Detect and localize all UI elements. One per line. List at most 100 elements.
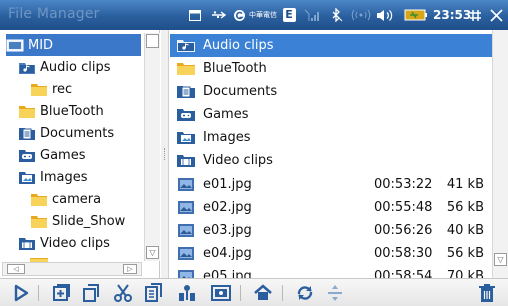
- file-name: e05.jpg: [203, 269, 252, 278]
- image-file-icon: [178, 270, 194, 278]
- home-button[interactable]: [252, 283, 274, 303]
- list-item[interactable]: Documents: [170, 80, 492, 103]
- home-icon: [254, 284, 272, 300]
- refresh-button[interactable]: [294, 283, 316, 303]
- properties-icon: [211, 285, 231, 301]
- battery-icon: [404, 7, 428, 23]
- list-item[interactable]: e03.jpg 00:56:26 40 kB: [170, 219, 492, 242]
- paste-icon: [145, 283, 162, 302]
- file-time: 00:58:54: [374, 269, 433, 278]
- folder-icon: [177, 63, 195, 75]
- list-item[interactable]: Images: [170, 126, 492, 149]
- app-title: File Manager: [8, 6, 100, 22]
- scroll-right-arrow-icon[interactable]: ▷: [123, 264, 137, 274]
- share-button[interactable]: [176, 283, 198, 303]
- tree-item-games[interactable]: Games: [18, 144, 85, 166]
- file-size: 56 kB: [446, 246, 484, 261]
- file-size: 70 kB: [446, 269, 484, 278]
- file-name: e03.jpg: [203, 223, 252, 238]
- games-folder-icon: [177, 109, 195, 121]
- tree-item-video-clips[interactable]: Video clips: [18, 232, 110, 254]
- close-icon[interactable]: [488, 7, 504, 23]
- video-folder-icon: [19, 237, 35, 250]
- tree-item-label: rec: [52, 81, 73, 97]
- bluetooth-icon: [328, 7, 344, 23]
- tree-vertical-scrollbar[interactable]: ▽: [144, 33, 160, 261]
- cut-icon: [114, 284, 132, 302]
- tree-item-bluetooth[interactable]: BlueTooth: [18, 100, 104, 122]
- tree-item-documents[interactable]: Documents: [18, 122, 114, 144]
- tree-horizontal-scrollbar[interactable]: ◁ ▷: [2, 262, 142, 276]
- file-size: 56 kB: [446, 200, 484, 215]
- toolbar-separator: [282, 285, 283, 301]
- image-file-icon: [178, 201, 194, 214]
- list-item[interactable]: Video clips: [170, 149, 492, 172]
- device-icon: [6, 39, 24, 51]
- volume-icon[interactable]: [376, 7, 394, 23]
- list-vertical-scrollbar[interactable]: ▽: [492, 30, 508, 278]
- list-item[interactable]: Games: [170, 103, 492, 126]
- pane-splitter[interactable]: [161, 30, 169, 278]
- delete-button[interactable]: [476, 283, 498, 303]
- file-time: 00:56:26: [374, 223, 433, 238]
- file-time: 00:53:22: [374, 177, 433, 192]
- tree-item-slide-show[interactable]: Slide_Show: [30, 210, 125, 232]
- scroll-down-arrow-icon[interactable]: ▽: [494, 253, 507, 266]
- tree-item-camera[interactable]: camera: [30, 188, 101, 210]
- play-icon: [14, 284, 29, 302]
- copy-icon: [83, 284, 99, 302]
- images-folder-icon: [177, 132, 195, 144]
- scroll-down-arrow-icon[interactable]: ▽: [146, 246, 159, 259]
- sort-button[interactable]: [324, 283, 346, 303]
- paste-button[interactable]: [142, 283, 164, 303]
- file-name: Games: [203, 107, 249, 122]
- e-network-letter: E: [282, 8, 296, 22]
- list-item[interactable]: e01.jpg 00:53:22 41 kB: [170, 173, 492, 196]
- splitter-grip[interactable]: [164, 148, 166, 160]
- file-name: Images: [203, 130, 251, 145]
- e-network-icon: E: [282, 7, 296, 23]
- list-item[interactable]: BlueTooth: [170, 57, 492, 80]
- properties-button[interactable]: [210, 283, 232, 303]
- image-file-icon: [178, 178, 194, 191]
- network-operator-label: 中華電信: [249, 11, 277, 19]
- signal-icon: [304, 7, 322, 23]
- list-item[interactable]: e05.jpg 00:58:54 70 kB: [170, 265, 492, 278]
- tree-item-label: Audio clips: [40, 59, 111, 75]
- file-name: Documents: [203, 84, 278, 99]
- documents-folder-icon: [19, 127, 35, 140]
- image-file-icon: [178, 224, 194, 237]
- tree-item-label: camera: [52, 191, 102, 207]
- file-time: 00:58:30: [374, 246, 433, 261]
- grid-icon[interactable]: [468, 7, 482, 23]
- new-folder-button[interactable]: [50, 283, 72, 303]
- scrollbar-thumb[interactable]: [146, 34, 159, 48]
- folder-tree: MID Audio clips rec BlueTooth Documents …: [0, 30, 160, 278]
- tree-item-audio-clips[interactable]: Audio clips: [18, 56, 110, 78]
- file-time: 00:55:48: [374, 200, 433, 215]
- title-bar: File Manager 中華電信 E 23:53: [0, 0, 508, 30]
- tree-item-label: BlueTooth: [40, 103, 104, 119]
- list-item[interactable]: e04.jpg 00:58:30 56 kB: [170, 242, 492, 265]
- window-switch-icon[interactable]: [188, 7, 202, 23]
- sort-icon: [328, 285, 342, 301]
- tree-item-images[interactable]: Images: [18, 166, 88, 188]
- cut-button[interactable]: [112, 283, 134, 303]
- tree-item-label: Slide_Show: [52, 213, 126, 229]
- file-name: Video clips: [203, 153, 273, 168]
- share-icon: [179, 285, 195, 301]
- scroll-left-arrow-icon[interactable]: ◁: [7, 264, 25, 274]
- folder-icon: [19, 105, 35, 118]
- audio-folder-icon: [177, 40, 195, 52]
- documents-folder-icon: [177, 86, 195, 98]
- play-button[interactable]: [10, 283, 32, 303]
- list-item[interactable]: Audio clips: [170, 34, 492, 57]
- tree-item-label: Video clips: [40, 235, 110, 251]
- file-name: e04.jpg: [203, 246, 252, 261]
- copy-button[interactable]: [80, 283, 102, 303]
- list-item[interactable]: e02.jpg 00:55:48 56 kB: [170, 196, 492, 219]
- tree-item-label: Games: [40, 147, 86, 163]
- tree-item-mid[interactable]: MID: [6, 34, 141, 56]
- tree-item-rec[interactable]: rec: [30, 78, 72, 100]
- games-folder-icon: [19, 149, 35, 162]
